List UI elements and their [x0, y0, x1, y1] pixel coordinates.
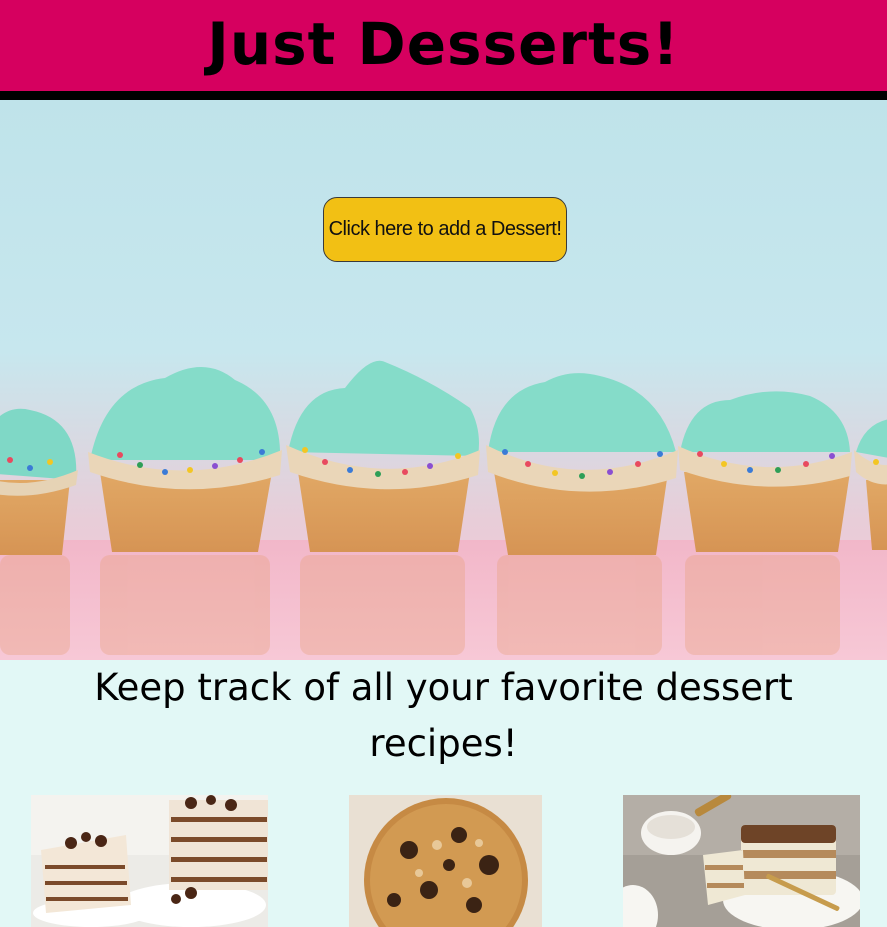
layer-cake-image — [31, 795, 268, 927]
site-title: Just Desserts! — [207, 10, 680, 78]
dessert-card-tiramisu[interactable] — [623, 795, 860, 927]
page: Just Desserts! Click here to add a Desse… — [0, 0, 887, 927]
site-header: Just Desserts! — [0, 0, 887, 100]
dessert-card-cake[interactable] — [31, 795, 268, 927]
dessert-card-cookie[interactable] — [349, 795, 542, 927]
tagline: Keep track of all your favorite dessert … — [94, 666, 793, 765]
cookie-image — [349, 795, 542, 927]
cupcakes-hero-image — [0, 360, 887, 660]
add-dessert-button[interactable]: Click here to add a Dessert! — [323, 197, 567, 262]
hero-banner: Click here to add a Dessert! — [0, 100, 887, 660]
tiramisu-image — [623, 795, 860, 927]
